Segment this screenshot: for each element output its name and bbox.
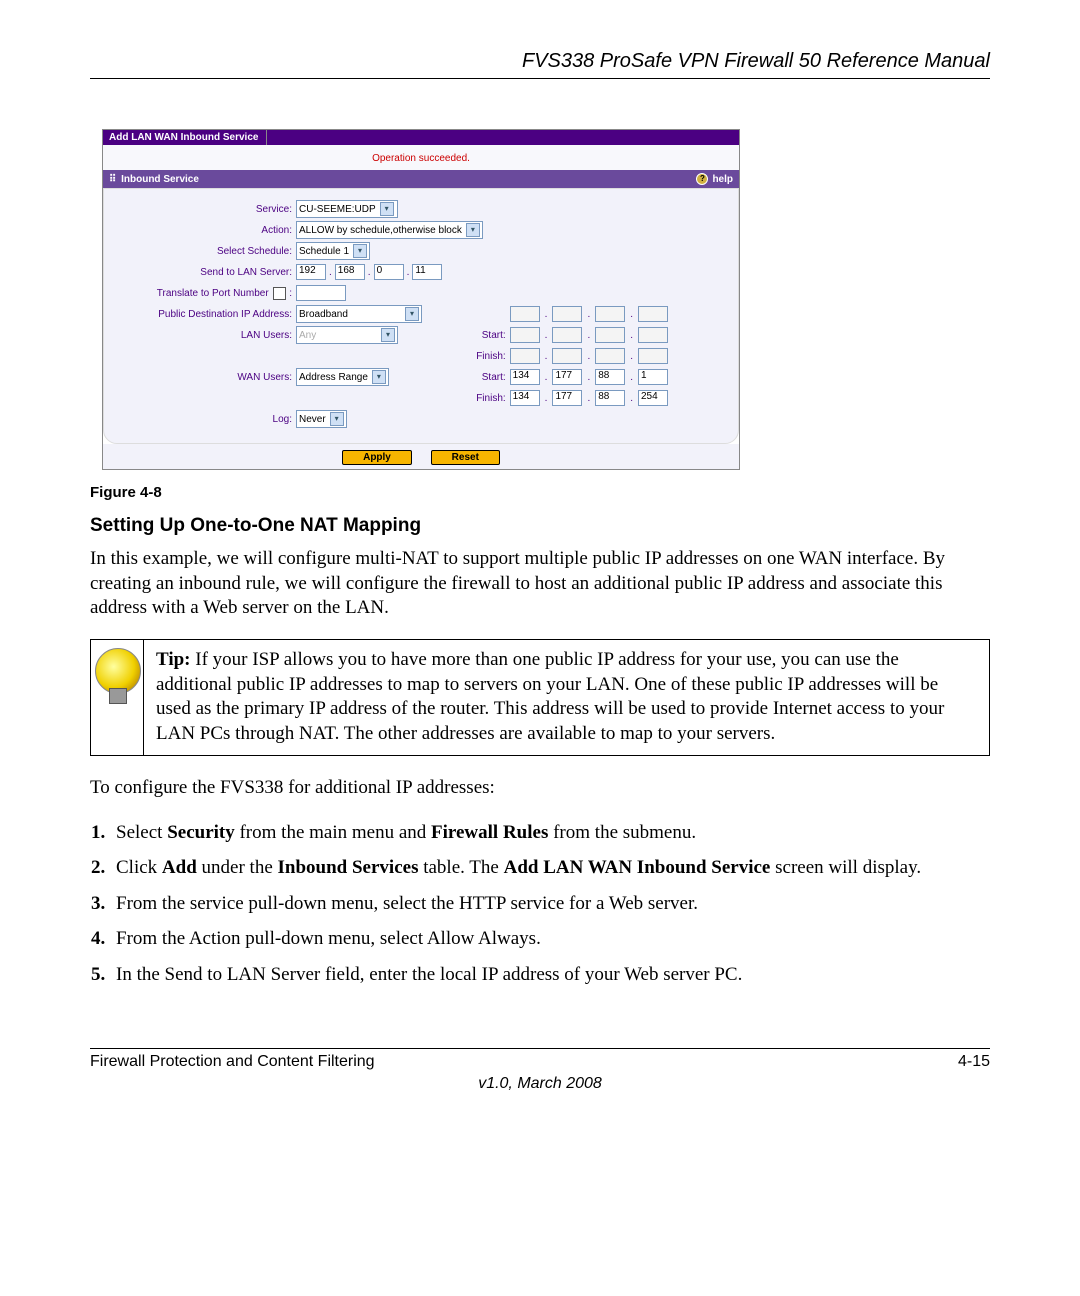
apply-button[interactable]: Apply [342,450,412,465]
lan-finish-octet [595,348,625,364]
lan-ip-1[interactable]: 192 [296,264,326,280]
chevron-down-icon: ▾ [353,244,367,258]
chevron-down-icon: ▾ [405,307,419,321]
section-header: ⠿ Inbound Service [109,174,199,185]
lan-start-octet [595,327,625,343]
pd-octet [510,306,540,322]
label-start: Start: [468,372,506,383]
label-action: Action: [114,225,296,236]
lan-ip-4[interactable]: 11 [412,264,442,280]
label-log: Log: [114,414,296,425]
wan-start-4[interactable]: 1 [638,369,668,385]
wan-finish-1[interactable]: 134 [510,390,540,406]
footer-version: v1.0, March 2008 [90,1075,990,1093]
translate-port-checkbox[interactable] [273,287,286,300]
lightbulb-icon [95,648,139,704]
wan-start-3[interactable]: 88 [595,369,625,385]
status-message: Operation succeeded. [103,145,739,170]
pd-octet [638,306,668,322]
lan-finish-octet [510,348,540,364]
help-link[interactable]: ? help [696,173,733,185]
list-item: From the service pull-down menu, select … [110,890,990,918]
log-select[interactable]: Never▾ [296,410,347,428]
label-wan-users: WAN Users: [114,372,296,383]
wan-users-select[interactable]: Address Range▾ [296,368,389,386]
label-send-to-lan: Send to LAN Server: [114,267,296,278]
lan-users-select: Any▾ [296,326,398,344]
list-item: Select Security from the main menu and F… [110,819,990,847]
chevron-down-icon: ▾ [466,223,480,237]
lan-start-octet [638,327,668,343]
tab-add-lan-wan[interactable]: Add LAN WAN Inbound Service [103,130,267,145]
list-item: In the Send to LAN Server field, enter t… [110,961,990,989]
footer-right: 4-15 [958,1053,990,1071]
lan-finish-octet [638,348,668,364]
pd-octet [595,306,625,322]
figure-label: Figure 4-8 [90,484,990,501]
schedule-select[interactable]: Schedule 1▾ [296,242,370,260]
lan-ip-3[interactable]: 0 [374,264,404,280]
label-public-dest: Public Destination IP Address: [114,309,296,320]
label-translate-port: Translate to Port Number : [114,287,296,300]
lan-start-octet [552,327,582,343]
label-lan-users: LAN Users: [114,330,296,341]
footer-left: Firewall Protection and Content Filterin… [90,1053,375,1071]
lan-start-octet [510,327,540,343]
wan-finish-2[interactable]: 177 [552,390,582,406]
lan-ip-2[interactable]: 168 [335,264,365,280]
translate-port-input[interactable] [296,285,346,301]
label-start: Start: [468,330,506,341]
chevron-down-icon: ▾ [380,202,394,216]
reset-button[interactable]: Reset [431,450,500,465]
tip-body: If your ISP allows you to have more than… [156,649,944,744]
label-finish: Finish: [468,351,506,362]
service-select[interactable]: CU-SEEME:UDP▾ [296,200,398,218]
wan-finish-3[interactable]: 88 [595,390,625,406]
tip-lead: Tip: [156,649,191,670]
chevron-down-icon: ▾ [381,328,395,342]
list-item: From the Action pull-down menu, select A… [110,925,990,953]
label-finish: Finish: [468,393,506,404]
doc-title: FVS338 ProSafe VPN Firewall 50 Reference… [90,50,990,79]
page-footer: Firewall Protection and Content Filterin… [90,1048,990,1071]
lan-finish-octet [552,348,582,364]
paragraph: To configure the FVS338 for additional I… [90,776,990,801]
label-schedule: Select Schedule: [114,246,296,257]
pd-octet [552,306,582,322]
router-screenshot: Add LAN WAN Inbound Service Operation su… [102,129,740,470]
tip-box: Tip: If your ISP allows you to have more… [90,639,990,756]
chevron-down-icon: ▾ [330,412,344,426]
paragraph: In this example, we will configure multi… [90,547,990,621]
chevron-down-icon: ▾ [372,370,386,384]
section-heading: Setting Up One-to-One NAT Mapping [90,515,990,537]
action-select[interactable]: ALLOW by schedule,otherwise block▾ [296,221,483,239]
wan-start-1[interactable]: 134 [510,369,540,385]
steps-list: Select Security from the main menu and F… [90,819,990,989]
wan-finish-4[interactable]: 254 [638,390,668,406]
label-service: Service: [114,204,296,215]
wan-start-2[interactable]: 177 [552,369,582,385]
public-dest-select[interactable]: Broadband▾ [296,305,422,323]
list-item: Click Add under the Inbound Services tab… [110,854,990,882]
help-icon: ? [696,173,708,185]
